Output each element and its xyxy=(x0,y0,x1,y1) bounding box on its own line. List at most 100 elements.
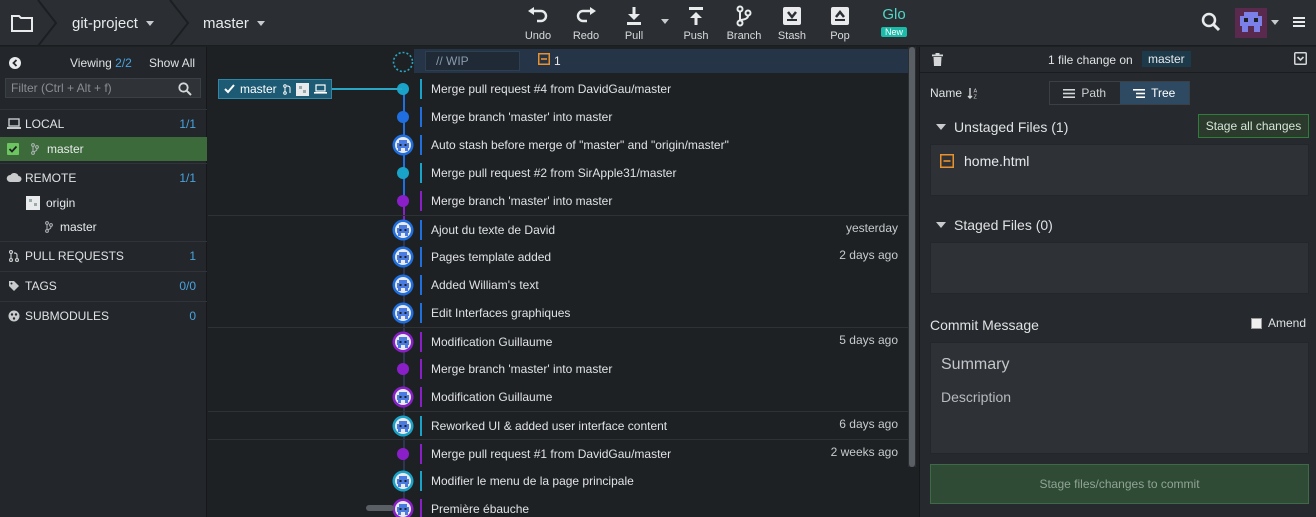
commit-author-avatar xyxy=(392,386,414,408)
commit-button[interactable]: Stage files/changes to commit xyxy=(930,464,1309,504)
laptop-icon xyxy=(7,117,21,129)
commit-branch-bar xyxy=(420,303,422,323)
redo-button[interactable]: Redo xyxy=(563,4,609,44)
commit-time: 2 weeks ago xyxy=(830,445,898,459)
path-view-button[interactable]: Path xyxy=(1050,82,1120,104)
wip-change-count: 1 xyxy=(554,54,561,68)
description-input[interactable]: Description xyxy=(941,389,1011,405)
commit-branch-bar xyxy=(420,247,422,267)
commit-message-title: Commit Message xyxy=(930,317,1039,333)
branch-button[interactable]: Branch xyxy=(721,4,767,44)
local-branch-master[interactable]: master xyxy=(0,137,207,161)
commit-row[interactable]: Modification Guillaume xyxy=(208,383,908,411)
unstaged-file-row[interactable]: home.html xyxy=(940,153,1029,169)
sort-by-name-button[interactable]: Name AZ xyxy=(930,86,979,100)
commit-row[interactable]: Added William's text xyxy=(208,271,908,299)
viewing-count: 2/2 xyxy=(115,56,132,70)
remote-branch-master[interactable]: master xyxy=(0,215,207,239)
amend-checkbox[interactable]: Amend xyxy=(1251,316,1306,330)
commit-message: Added William's text xyxy=(431,278,539,292)
filter-search-button[interactable] xyxy=(178,82,192,96)
commit-row[interactable]: Reworked UI & added user interface conte… xyxy=(208,411,908,439)
submodules-section[interactable]: SUBMODULES 0 xyxy=(0,301,207,329)
profile-avatar[interactable] xyxy=(1235,8,1267,38)
commit-row[interactable]: Ajout du texte de David yesterday xyxy=(208,215,908,243)
commit-row[interactable]: Modification Guillaume 5 days ago xyxy=(208,327,908,355)
undo-button[interactable]: Undo xyxy=(515,4,561,44)
left-panel: Viewing 2/2 Show All LOCAL 1/1 master RE… xyxy=(0,47,207,517)
redo-label: Redo xyxy=(572,30,600,42)
staged-files-header[interactable]: Staged Files (0) xyxy=(936,217,1053,233)
unstaged-file-name: home.html xyxy=(964,153,1030,169)
branch-tag-master[interactable]: master xyxy=(218,79,332,99)
unstaged-files-header[interactable]: Unstaged Files (1) xyxy=(936,119,1068,135)
commit-message: Reworked UI & added user interface conte… xyxy=(431,419,668,433)
commit-branch-bar xyxy=(420,79,422,99)
repo-breadcrumb[interactable]: git-project xyxy=(72,0,154,46)
pull-button[interactable]: Pull xyxy=(611,4,657,44)
branch-name: master xyxy=(203,14,249,32)
commit-message: Merge pull request #4 from DavidGau/mast… xyxy=(431,82,672,96)
discard-changes-button[interactable] xyxy=(932,53,943,66)
commit-row[interactable]: Première ébauche xyxy=(208,495,908,517)
submodule-icon xyxy=(8,310,20,321)
filter-field[interactable] xyxy=(5,78,201,98)
commit-row[interactable]: Merge pull request #1 from DavidGau/mast… xyxy=(208,439,908,467)
commit-branch-bar xyxy=(420,135,422,155)
commit-row[interactable]: Auto stash before merge of "master" and … xyxy=(208,131,908,159)
download-button[interactable] xyxy=(1294,52,1307,65)
commit-row[interactable]: Edit Interfaces graphiques xyxy=(208,299,908,327)
pop-button[interactable]: Pop xyxy=(817,4,863,44)
push-button[interactable]: Push xyxy=(673,4,719,44)
author-avatar-icon xyxy=(392,134,414,156)
commit-message: Merge branch 'master' into master xyxy=(431,194,613,208)
graph-horizontal-scrollbar[interactable] xyxy=(366,505,394,511)
commit-row[interactable]: Merge branch 'master' into master xyxy=(208,355,908,383)
commit-row[interactable]: Modifier le menu de la page principale xyxy=(208,467,908,495)
path-view-label: Path xyxy=(1081,86,1107,100)
pull-options-chevron-icon[interactable] xyxy=(661,19,669,24)
commit-node xyxy=(397,111,409,123)
scrollbar-thumb[interactable] xyxy=(909,47,915,467)
summary-input[interactable]: Summary xyxy=(941,356,1009,374)
pull-icon xyxy=(627,7,641,25)
wip-message-field[interactable]: // WIP xyxy=(425,51,520,71)
glo-boards-button[interactable]: Glo New xyxy=(878,6,910,38)
amend-checkbox-box[interactable] xyxy=(1251,317,1262,329)
collapse-panel-button[interactable] xyxy=(9,57,21,69)
remote-branch-label: master xyxy=(60,220,97,234)
search-button[interactable] xyxy=(1201,12,1221,32)
file-modified-icon xyxy=(538,53,550,65)
commit-node xyxy=(397,167,409,179)
stage-all-button[interactable]: Stage all changes xyxy=(1198,114,1309,138)
tree-view-button[interactable]: Tree xyxy=(1119,82,1189,104)
stash-label: Stash xyxy=(777,30,807,42)
remote-origin[interactable]: origin xyxy=(0,191,207,215)
redo-icon xyxy=(576,7,596,23)
pull-requests-section[interactable]: PULL REQUESTS 1 xyxy=(0,241,207,269)
commit-row[interactable]: Merge branch 'master' into master xyxy=(208,187,908,215)
menu-button[interactable] xyxy=(1293,16,1305,28)
show-all-link[interactable]: Show All xyxy=(149,56,195,70)
commit-branch-bar xyxy=(420,220,422,240)
local-branch-label: master xyxy=(47,142,84,156)
pop-label: Pop xyxy=(830,30,850,42)
commit-row[interactable]: Merge branch 'master' into master xyxy=(208,103,908,131)
profile-chevron-down-icon[interactable] xyxy=(1271,20,1279,25)
unstaged-title: Unstaged Files (1) xyxy=(954,119,1069,135)
commit-row[interactable]: Merge pull request #2 from SirApple31/ma… xyxy=(208,159,908,187)
chevron-left-circle-icon xyxy=(9,57,21,69)
commit-row[interactable]: Pages template added 2 days ago xyxy=(208,243,908,271)
graph-scrollbar[interactable] xyxy=(908,47,916,467)
stash-button[interactable]: Stash xyxy=(769,4,815,44)
remote-section[interactable]: REMOTE 1/1 xyxy=(0,163,207,191)
commit-message: Pages template added xyxy=(431,250,552,264)
commit-node xyxy=(397,363,409,375)
branch-breadcrumb[interactable]: master xyxy=(203,0,265,46)
local-section[interactable]: LOCAL 1/1 xyxy=(0,109,207,137)
filter-input[interactable] xyxy=(6,81,166,95)
tags-section[interactable]: TAGS 0/0 xyxy=(0,271,207,299)
commit-branch-bar xyxy=(420,416,422,436)
submodules-label: SUBMODULES xyxy=(25,308,110,323)
new-badge: New xyxy=(880,27,907,37)
